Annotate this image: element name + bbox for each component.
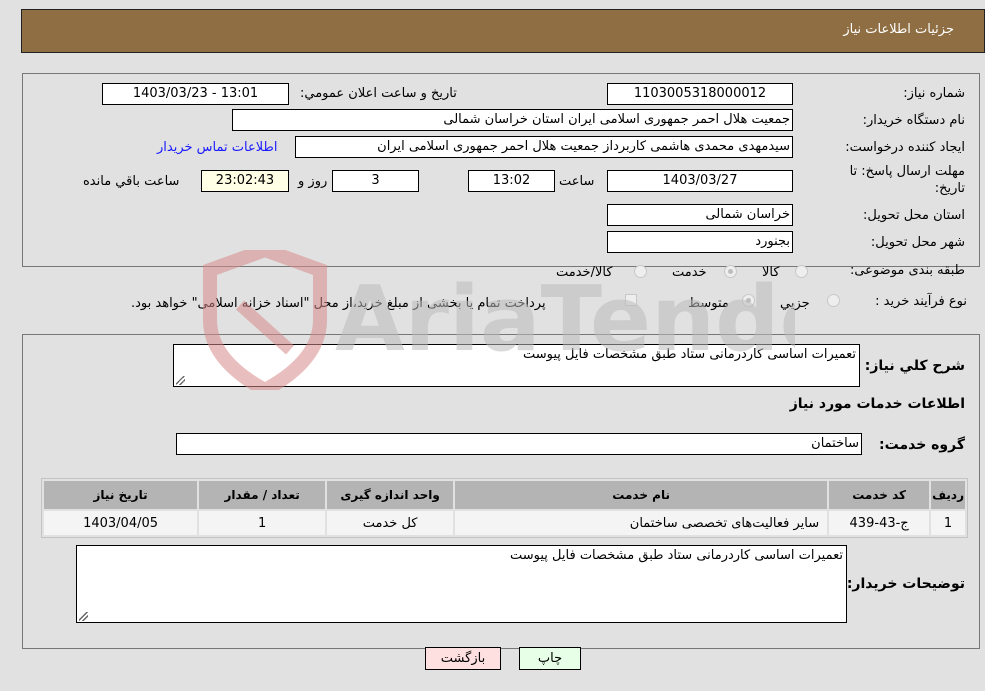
cell-service-code: ج-43-439 [829, 511, 930, 535]
announce-label: تاریخ و ساعت اعلان عمومي: [300, 86, 457, 101]
category-option-goods: کالا [762, 265, 780, 280]
service-group-label: گروه خدمت: [879, 437, 965, 453]
time-label: ساعت [559, 174, 595, 189]
deadline-date-field: 1403/03/27 [607, 170, 793, 192]
summary-text: تعمیرات اساسی کاردرمانی ستاد طبق مشخصات … [523, 347, 856, 362]
buyer-contact-link[interactable]: اطلاعات تماس خریدار [157, 140, 277, 155]
process-type-label: نوع فرآیند خرید : [875, 294, 967, 309]
col-header-need-date: تاریخ نیاز [44, 481, 198, 509]
process-radio-medium[interactable] [742, 294, 755, 307]
process-option-minor: جزيي [780, 296, 810, 311]
category-option-service: خدمت [672, 265, 707, 280]
province-label: استان محل تحویل: [863, 208, 965, 223]
category-radio-service[interactable] [724, 265, 737, 278]
back-button[interactable]: بازگشت [425, 647, 501, 670]
col-header-row-number: ردیف [931, 481, 965, 509]
resize-grip-icon[interactable] [176, 376, 185, 385]
deadline-time-field: 13:02 [468, 170, 555, 192]
col-header-quantity: تعداد / مقدار [199, 481, 326, 509]
buyer-org-label: نام دستگاه خریدار: [862, 113, 965, 128]
remaining-label: ساعت باقي مانده [83, 174, 180, 189]
buyer-notes-label: توضیحات خریدار: [846, 576, 965, 592]
buyer-notes-text: تعمیرات اساسی کاردرمانی ستاد طبق مشخصات … [510, 548, 843, 563]
table-header-row: ردیف کد خدمت نام خدمت واحد اندازه گیری ت… [44, 481, 965, 509]
summary-textarea[interactable]: تعمیرات اساسی کاردرمانی ستاد طبق مشخصات … [173, 344, 860, 387]
city-label: شهر محل تحویل: [870, 235, 965, 250]
deadline-label: مهلت ارسال پاسخ: تا [849, 164, 965, 179]
process-radio-minor[interactable] [827, 294, 840, 307]
process-option-medium: متوسط [688, 296, 729, 311]
need-details-panel: شماره نیاز: 1103005318000012 تاریخ و ساع… [22, 73, 980, 278]
need-number-field: 1103005318000012 [607, 83, 793, 105]
services-table: ردیف کد خدمت نام خدمت واحد اندازه گیری ت… [41, 478, 968, 538]
print-button[interactable]: چاپ [519, 647, 581, 670]
buyer-notes-textarea[interactable]: تعمیرات اساسی کاردرمانی ستاد طبق مشخصات … [76, 545, 847, 623]
services-panel: شرح کلي نیاز: تعمیرات اساسی کاردرمانی ست… [22, 334, 980, 649]
col-header-unit: واحد اندازه گیری [327, 481, 454, 509]
treasury-checkbox[interactable] [625, 294, 637, 306]
page-header: جزئیات اطلاعات نیاز [21, 9, 985, 53]
category-radio-goods-service[interactable] [634, 265, 647, 278]
table-row: 1 ج-43-439 سایر فعالیت‌های تخصصی ساختمان… [44, 511, 965, 535]
resize-grip-icon[interactable] [79, 612, 88, 621]
summary-label: شرح کلي نیاز: [864, 358, 965, 374]
category-option-goods-service: کالا/خدمت [556, 265, 613, 280]
province-field: خراسان شمالی [607, 204, 793, 226]
cell-row-number: 1 [931, 511, 965, 535]
category-label: طبقه بندی موضوعی: [849, 263, 965, 278]
category-radio-goods[interactable] [795, 265, 808, 278]
city-field: بجنورد [607, 231, 793, 253]
services-section-title: اطلاعات خدمات مورد نیاز [789, 396, 965, 412]
col-header-service-code: کد خدمت [829, 481, 930, 509]
days-field: 3 [332, 170, 419, 192]
cell-need-date: 1403/04/05 [44, 511, 198, 535]
buyer-org-field: جمعیت هلال احمر جمهوری اسلامی ایران استا… [232, 109, 793, 131]
announce-field: 1403/03/23 - 13:01 [102, 83, 289, 105]
creator-label: ایجاد کننده درخواست: [845, 140, 965, 155]
cell-unit: کل خدمت [327, 511, 454, 535]
deadline-label-2: تاریخ: [934, 181, 965, 196]
need-number-label: شماره نیاز: [903, 86, 965, 101]
page-title: جزئیات اطلاعات نیاز [843, 22, 954, 37]
treasury-note: پرداخت تمام یا بخشی از مبلغ خرید،از محل … [131, 296, 546, 311]
cell-quantity: 1 [199, 511, 326, 535]
cell-service-name: سایر فعالیت‌های تخصصی ساختمان [455, 511, 828, 535]
col-header-service-name: نام خدمت [455, 481, 828, 509]
days-label: روز و [298, 174, 328, 189]
service-group-field: ساختمان [176, 433, 862, 455]
remaining-time-field: 23:02:43 [201, 170, 289, 192]
creator-field: سیدمهدی محمدی هاشمی کاربرداز جمعیت هلال … [295, 136, 793, 158]
